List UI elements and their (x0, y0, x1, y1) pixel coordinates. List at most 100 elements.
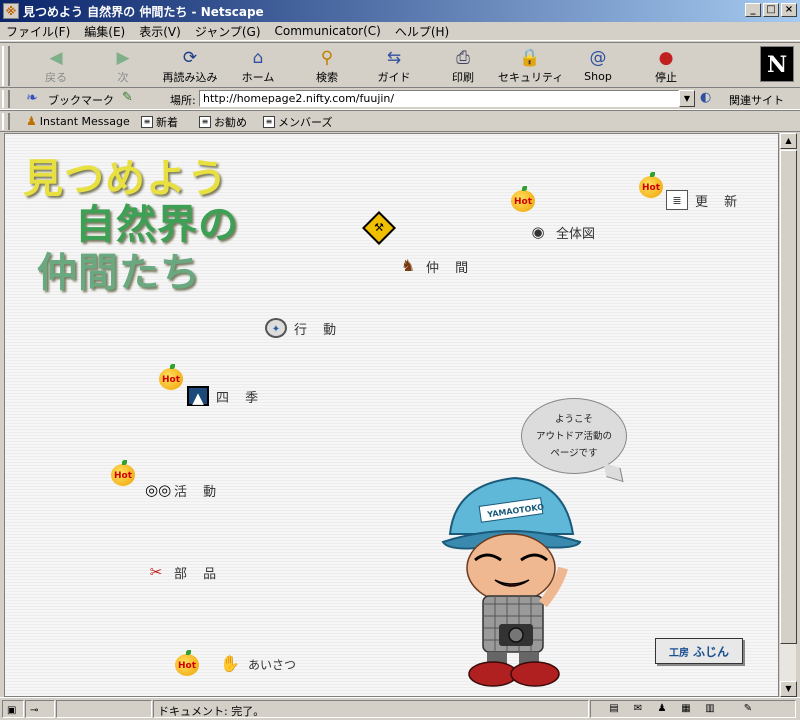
logo-line-3: 仲間たち (37, 250, 201, 296)
home-button[interactable]: ⌂ ホーム (226, 46, 290, 86)
search-icon: ⚲ (320, 48, 334, 68)
search-button[interactable]: ⚲ 検索 (295, 46, 359, 86)
home-icon: ⌂ (252, 48, 264, 68)
construction-sign-icon: ⚒ (362, 211, 396, 245)
stop-button[interactable]: ● 停止 (634, 46, 698, 86)
toolbar-grip[interactable] (2, 46, 10, 86)
padlock-icon: ▣ (7, 705, 17, 716)
greeting-link[interactable]: ✋ あいさつ (219, 654, 296, 674)
person-icon: ♟ (26, 114, 37, 128)
location-grip[interactable] (2, 90, 10, 108)
scroll-thumb[interactable] (780, 150, 797, 644)
menu-file[interactable]: ファイル(F) (6, 23, 70, 40)
printer-icon: ⎙ (456, 48, 470, 68)
bookmark-page-icon: ≡ (263, 116, 275, 128)
related-sites-icon: ◐ (700, 90, 712, 105)
menu-communicator[interactable]: Communicator(C) (275, 24, 381, 38)
workshop-badge[interactable]: 工房 ふじん (655, 638, 743, 664)
connection-status-pane[interactable]: ⊸ (25, 700, 55, 718)
close-button[interactable]: × (781, 3, 797, 17)
personal-grip[interactable] (2, 113, 10, 130)
globe-icon: ◉ (531, 223, 545, 241)
netscape-app-icon[interactable]: ※ (3, 3, 19, 19)
lock-icon: 🔒 (519, 48, 541, 68)
seasons-link[interactable]: ▲ 四 季 (187, 386, 264, 407)
location-bar: ❧ ブックマーク ✎ 場所: ▼ ◐ 関連サイト (0, 88, 800, 110)
title-bar: ※ 見つめよう 自然界の 仲間たち - Netscape _ □ × (0, 0, 800, 22)
scroll-down-button[interactable]: ▼ (780, 681, 797, 697)
window-title: 見つめよう 自然界の 仲間たち - Netscape (23, 4, 264, 19)
notepad-icon: ≣ (666, 190, 688, 210)
bookmarks-button[interactable]: ブックマーク (48, 92, 114, 108)
minimize-button[interactable]: _ (745, 3, 761, 17)
eyes-icon: ◎◎ (145, 481, 172, 499)
instant-message-icon[interactable]: ♟ (654, 702, 670, 716)
back-arrow-icon: ◀ (49, 48, 63, 68)
hot-badge: Hot (111, 460, 135, 486)
reload-icon: ⟳ (182, 48, 198, 68)
page-proxy-icon[interactable]: ✎ (122, 90, 133, 105)
menu-edit[interactable]: 編集(E) (84, 23, 125, 40)
instant-message-link[interactable]: ♟ Instant Message (26, 114, 130, 128)
menu-view[interactable]: 表示(V) (139, 23, 181, 40)
hot-badge: Hot (639, 172, 663, 198)
update-link[interactable]: ≣ 更 新 (666, 190, 743, 210)
url-dropdown-button[interactable]: ▼ (679, 90, 695, 107)
hiking-boot-icon: ♞ (400, 256, 416, 275)
action-link[interactable]: ✦ 行 動 (265, 318, 342, 338)
bookmarks-icon: ❧ (26, 90, 38, 106)
maximize-button[interactable]: □ (763, 3, 779, 17)
url-input[interactable] (199, 90, 679, 107)
menu-go[interactable]: ジャンプ(G) (195, 23, 261, 40)
reload-button[interactable]: ⟳ 再読み込み (158, 46, 222, 86)
hot-badge: Hot (175, 650, 199, 676)
vertical-scrollbar[interactable]: ▲ ▼ (779, 133, 797, 697)
members-link[interactable]: ♞ 仲 間 (397, 256, 474, 276)
film-landscape-icon: ▲ (187, 386, 209, 407)
plug-icon: ⊸ (30, 705, 39, 716)
forward-button[interactable]: ▶ 次 (91, 46, 155, 86)
mail-icon[interactable]: ✉ (630, 702, 646, 716)
recommended-link[interactable]: ≡ お勧め (199, 114, 247, 130)
shop-button[interactable]: @ Shop (566, 46, 630, 86)
compass-icon: ✦ (265, 318, 287, 338)
newsgroups-icon[interactable]: ▦ (678, 702, 694, 716)
related-sites-button[interactable]: 関連サイト (729, 92, 784, 108)
menu-help[interactable]: ヘルプ(H) (395, 23, 449, 40)
overview-link[interactable]: ◉ 全体図 (527, 222, 595, 242)
personal-toolbar: ♟ Instant Message ≡ 新着 ≡ お勧め ≡ メンバーズ (0, 110, 800, 132)
swiss-knife-icon: ✂ (149, 563, 163, 581)
shop-bag-icon: @ (589, 48, 607, 68)
security-status-pane[interactable]: ▣ (2, 700, 24, 718)
bookmark-page-icon: ≡ (141, 116, 153, 128)
location-label: 場所: (170, 94, 196, 107)
forward-arrow-icon: ▶ (116, 48, 130, 68)
parts-link[interactable]: ✂ 部 品 (145, 562, 222, 582)
page-content: 見つめよう 自然界の 仲間たち Hot Hot Hot Hot Hot ≣ 更 … (4, 133, 779, 697)
activities-link[interactable]: ◎◎ 活 動 (145, 480, 222, 500)
scroll-up-button[interactable]: ▲ (780, 133, 797, 149)
print-button[interactable]: ⎙ 印刷 (431, 46, 495, 86)
welcome-speech-bubble: ようこそ アウトドア活動の ページです (521, 398, 627, 474)
hiker-mascot-image: YAMAOTOKO (441, 476, 582, 687)
security-button[interactable]: 🔒 セキュリティ (498, 46, 563, 86)
progress-pane (56, 700, 152, 718)
menu-bar: ファイル(F) 編集(E) 表示(V) ジャンプ(G) Communicator… (0, 22, 800, 41)
members-link[interactable]: ≡ メンバーズ (263, 114, 332, 130)
navigation-toolbar: ◀ 戻る ▶ 次 ⟳ 再読み込み ⌂ ホーム ⚲ 検索 ⇆ ガイド ⎙ 印刷 🔒… (0, 42, 800, 88)
hot-badge: Hot (511, 186, 535, 212)
hand-wave-icon: ✋ (220, 654, 240, 673)
stop-traffic-light-icon: ● (658, 48, 674, 68)
netscape-logo[interactable]: N (760, 46, 794, 82)
bookmark-page-icon: ≡ (199, 116, 211, 128)
navigator-icon[interactable]: ▤ (606, 702, 622, 716)
new-link[interactable]: ≡ 新着 (141, 114, 178, 130)
composer-icon[interactable]: ✎ (740, 702, 756, 716)
guide-button[interactable]: ⇆ ガイド (362, 46, 426, 86)
guide-signpost-icon: ⇆ (386, 48, 402, 68)
back-button[interactable]: ◀ 戻る (24, 46, 88, 86)
hot-badge: Hot (159, 364, 183, 390)
status-bar: ▣ ⊸ ドキュメント: 完了。 ▤ ✉ ♟ ▦ ▥ ✎ (0, 697, 800, 720)
status-text: ドキュメント: 完了。 (153, 700, 589, 718)
address-book-icon[interactable]: ▥ (702, 702, 718, 716)
